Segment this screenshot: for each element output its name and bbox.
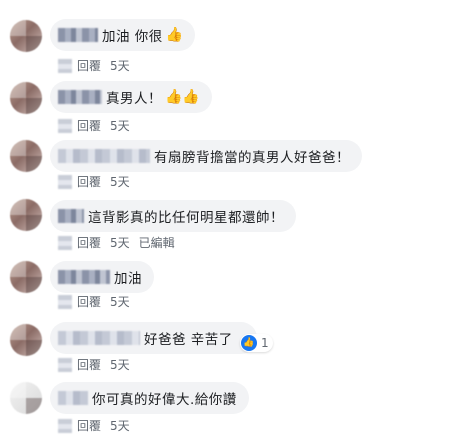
blurred-meta	[58, 174, 72, 189]
timestamp[interactable]: 5天	[110, 117, 130, 134]
comment-meta: 回覆 5天	[58, 417, 130, 434]
comment-meta: 回覆 5天	[58, 117, 130, 134]
blurred-meta	[58, 235, 72, 250]
blurred-name[interactable]	[58, 149, 150, 163]
comment-bubble: 你可真的好偉大.給你讚	[50, 382, 249, 414]
comment-bubble: 好爸爸 辛苦了	[50, 322, 257, 354]
avatar[interactable]	[10, 82, 42, 114]
comment-text: 加油 你很	[102, 29, 163, 45]
blurred-name[interactable]	[58, 209, 84, 223]
avatar[interactable]	[10, 140, 42, 172]
comment-6: 好爸爸 辛苦了 👍 1 回覆 5天	[0, 316, 474, 378]
comment-text: 你可真的好偉大.給你讚	[92, 392, 237, 408]
timestamp[interactable]: 5天	[110, 57, 130, 74]
blurred-meta	[58, 58, 72, 73]
blurred-name[interactable]	[58, 90, 102, 104]
avatar[interactable]	[10, 382, 42, 414]
like-icon: 👍	[241, 335, 257, 351]
comment-1: 加油 你很 👍 回覆 5天	[0, 14, 474, 76]
comment-meta: 回覆 5天	[58, 57, 130, 74]
comment-meta: 回覆 5天 已編輯	[58, 234, 175, 251]
avatar[interactable]	[10, 199, 42, 231]
blurred-meta	[58, 118, 72, 133]
comment-bubble: 加油 你很 👍	[50, 19, 196, 51]
comment-meta: 回覆 5天	[58, 173, 130, 190]
blurred-name[interactable]	[58, 391, 88, 405]
blurred-name[interactable]	[58, 331, 140, 345]
reply-link[interactable]: 回覆	[77, 417, 101, 434]
reply-link[interactable]: 回覆	[77, 57, 101, 74]
blurred-name[interactable]	[58, 28, 98, 42]
comment-text: 有扇膀背擔當的真男人好爸爸！	[154, 150, 350, 166]
comment-2: 真男人！ 👍👍 回覆 5天	[0, 73, 474, 135]
comment-bubble: 真男人！ 👍👍	[50, 81, 212, 113]
reply-link[interactable]: 回覆	[77, 117, 101, 134]
comment-3: 有扇膀背擔當的真男人好爸爸！ 回覆 5天	[0, 133, 474, 195]
comment-bubble: 加油	[50, 261, 154, 293]
comment-text: 這背影真的比任何明星都還帥！	[88, 210, 284, 226]
thumbs-up-emoji-icon: 👍	[165, 27, 184, 43]
blurred-meta	[58, 294, 72, 309]
comment-text: 好爸爸 辛苦了	[144, 332, 233, 348]
comment-meta: 回覆 5天	[58, 293, 130, 310]
comment-7: 你可真的好偉大.給你讚 回覆 5天	[0, 376, 474, 438]
comment-bubble: 有扇膀背擔當的真男人好爸爸！	[50, 140, 362, 172]
reaction-count-value: 1	[261, 336, 269, 350]
comment-text: 真男人！	[106, 91, 162, 107]
comment-4: 這背影真的比任何明星都還帥！ 回覆 5天 已編輯	[0, 194, 474, 256]
avatar[interactable]	[10, 324, 42, 356]
avatar[interactable]	[10, 20, 42, 52]
thumbs-up-emoji-icon: 👍👍	[165, 89, 200, 105]
blurred-name[interactable]	[58, 270, 110, 284]
comment-5: 加油 回覆 5天	[0, 255, 474, 317]
reply-link[interactable]: 回覆	[77, 356, 101, 373]
blurred-meta	[58, 418, 72, 433]
timestamp[interactable]: 5天	[110, 293, 130, 310]
timestamp[interactable]: 5天	[110, 356, 130, 373]
timestamp[interactable]: 5天	[110, 417, 130, 434]
comment-meta: 回覆 5天	[58, 356, 130, 373]
blurred-meta	[58, 357, 72, 372]
timestamp[interactable]: 5天	[110, 173, 130, 190]
reply-link[interactable]: 回覆	[77, 173, 101, 190]
timestamp[interactable]: 5天	[110, 234, 130, 251]
reply-link[interactable]: 回覆	[77, 293, 101, 310]
edited-label[interactable]: 已編輯	[139, 234, 175, 251]
reaction-count[interactable]: 👍 1	[240, 334, 273, 352]
comment-text: 加油	[114, 271, 142, 287]
comment-bubble: 這背影真的比任何明星都還帥！	[50, 200, 296, 232]
avatar[interactable]	[10, 261, 42, 293]
reply-link[interactable]: 回覆	[77, 234, 101, 251]
